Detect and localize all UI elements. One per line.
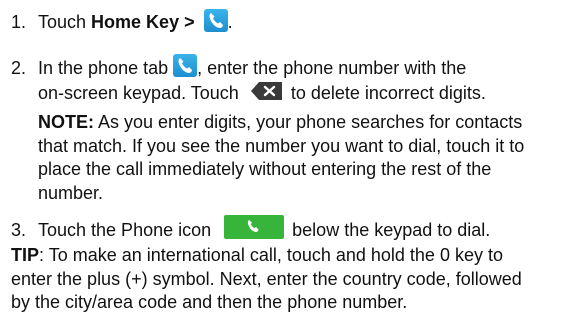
green-phone-button-icon: [224, 215, 285, 240]
note-text-4: number.: [38, 183, 104, 203]
tip-line-1: TIP: To make an international call, touc…: [11, 244, 503, 266]
step-2-line-1: 2. In the phone tab , enter the phone num…: [11, 53, 467, 79]
step-2-number: 2.: [11, 58, 27, 78]
step-3-text-1: Touch the Phone icon: [38, 220, 212, 240]
step-3: 3. Touch the Phone icon below the keypad …: [11, 215, 491, 241]
manual-page: 1. Touch Home Key > . 2. In the phone tab …: [0, 0, 585, 316]
note-line-2: that match. If you see the number you wa…: [38, 135, 524, 157]
step-1-number: 1.: [11, 12, 27, 32]
step-2-text-2: , enter the phone number with the: [197, 58, 467, 78]
step-2-line-2: on-screen keypad. Touch to delete incorr…: [38, 82, 486, 104]
note-line-1: NOTE: As you enter digits, your phone se…: [38, 111, 522, 133]
note-label: NOTE:: [38, 112, 94, 132]
tip-line-2: enter the plus (+) symbol. Next, enter t…: [11, 268, 522, 290]
step-1-period: .: [227, 12, 233, 32]
note-text-2: that match. If you see the number you wa…: [38, 136, 525, 156]
note-line-4: number.: [38, 182, 103, 204]
step-1-bold-text: Home Key >: [91, 12, 195, 32]
tip-text-1: : To make an international call, touch a…: [39, 245, 503, 265]
step-3-number: 3.: [11, 220, 27, 240]
phone-app-icon: [173, 53, 198, 77]
tip-line-3: by the city/area code and then the phone…: [11, 291, 407, 313]
note-text-1: As you enter digits, your phone searches…: [94, 112, 523, 132]
step-2-text-3: on-screen keypad. Touch: [38, 83, 239, 103]
phone-app-icon: [203, 8, 228, 32]
delete-key-icon: [250, 81, 283, 101]
step-3-text-2: below the keypad to dial.: [292, 220, 491, 240]
step-2-text-1: In the phone tab: [38, 58, 169, 78]
tip-text-2: enter the plus (+) symbol. Next, enter t…: [11, 269, 522, 289]
tip-text-3: by the city/area code and then the phone…: [11, 292, 408, 312]
note-line-3: place the call immediately without enter…: [38, 158, 491, 180]
note-text-3: place the call immediately without enter…: [38, 159, 492, 179]
step-1-text: Touch: [38, 12, 92, 32]
tip-label: TIP: [11, 245, 40, 265]
step-1: 1. Touch Home Key > .: [11, 8, 233, 33]
step-2-text-4: to delete incorrect digits.: [290, 83, 486, 103]
